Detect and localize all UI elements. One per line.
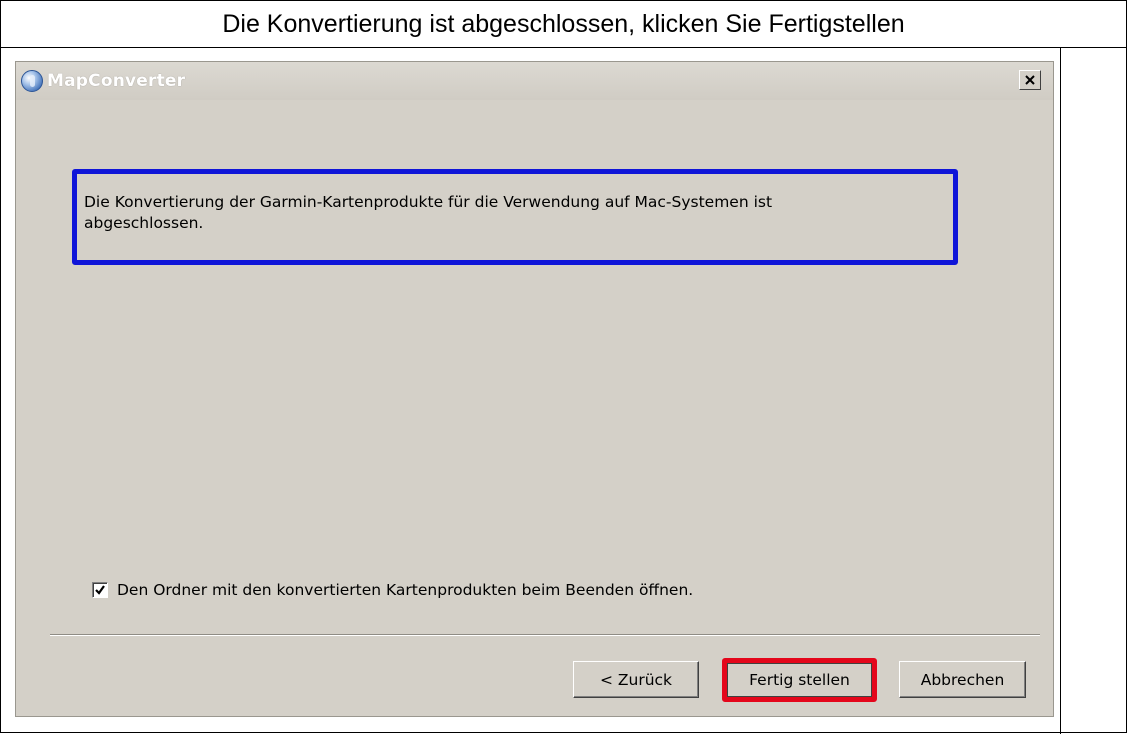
completion-message-line-1: Die Konvertierung der Garmin-Kartenprodu…: [84, 193, 773, 211]
completion-message: Die Konvertierung der Garmin-Kartenprodu…: [72, 169, 958, 265]
dialog-titlebar[interactable]: MapConverter: [16, 62, 1053, 100]
close-icon: [1025, 75, 1035, 85]
mapconverter-dialog: MapConverter Die Konvertierung der Garmi…: [15, 61, 1054, 717]
dialog-title: MapConverter: [47, 71, 186, 91]
back-button[interactable]: < Zurück: [573, 661, 699, 698]
checkmark-icon: [95, 585, 105, 595]
tutorial-frame: Die Konvertierung ist abgeschlossen, kli…: [0, 0, 1127, 734]
step-caption: Die Konvertierung ist abgeschlossen, kli…: [1, 1, 1126, 48]
open-folder-checkbox[interactable]: [92, 582, 108, 598]
close-button[interactable]: [1019, 70, 1041, 90]
frame-divider: [1060, 48, 1061, 734]
completion-message-line-2: abgeschlossen.: [84, 214, 204, 232]
finish-button-label: Fertig stellen: [727, 663, 872, 697]
globe-icon: [21, 70, 43, 92]
open-folder-option[interactable]: Den Ordner mit den konvertierten Kartenp…: [92, 581, 693, 599]
cancel-button[interactable]: Abbrechen: [899, 661, 1026, 698]
button-separator: [50, 634, 1040, 636]
open-folder-label: Den Ordner mit den konvertierten Kartenp…: [117, 581, 694, 599]
step-caption-text: Die Konvertierung ist abgeschlossen, kli…: [222, 9, 905, 38]
finish-button[interactable]: Fertig stellen: [722, 658, 877, 702]
